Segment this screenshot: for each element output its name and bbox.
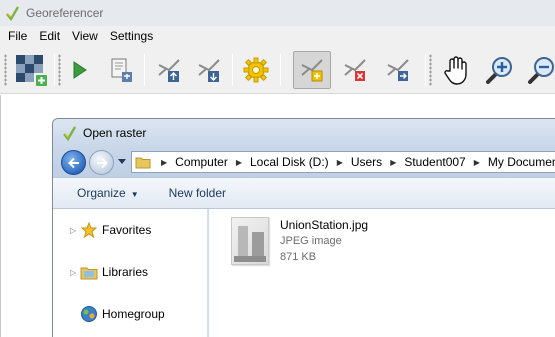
libraries-icon (80, 263, 98, 281)
window-title: Georeferencer (26, 6, 104, 20)
breadcrumb[interactable]: ▶ Computer ▶ Local Disk (D:) ▶ Users ▶ S… (131, 151, 555, 173)
dialog-title: Open raster (83, 126, 147, 140)
zoom-in-icon (486, 57, 512, 84)
list-item[interactable]: UnionStation.jpg JPEG image 871 KB (231, 217, 368, 265)
toolbar-grip[interactable] (429, 54, 432, 86)
save-gcp-points-button[interactable] (190, 51, 228, 89)
dialog-title-bar[interactable]: Open raster (53, 119, 555, 147)
breadcrumb-users[interactable]: Users (351, 155, 382, 169)
generate-gdal-script-button[interactable] (102, 51, 140, 89)
new-folder-button[interactable]: New folder (169, 186, 226, 200)
move-point-icon (387, 59, 409, 81)
breadcrumb-separator-icon[interactable]: ▶ (236, 158, 242, 167)
expand-icon[interactable]: ▷ (70, 226, 78, 235)
zoom-out-icon (528, 57, 554, 84)
transformation-settings-button[interactable] (237, 51, 275, 89)
qgis-logo-icon (63, 126, 77, 141)
add-point-button[interactable] (293, 51, 331, 89)
move-gcp-point-button[interactable] (379, 51, 417, 89)
toolbar-separator (425, 54, 426, 86)
load-gcp-icon (158, 59, 180, 82)
menu-bar: File Edit View Settings (0, 26, 555, 46)
homegroup-icon (80, 305, 98, 323)
nav-item-favorites[interactable]: ▷ Favorites (53, 219, 151, 241)
file-name: UnionStation.jpg (280, 218, 369, 232)
navigation-pane: ▷ Favorites ▷ Libraries Homegroup (53, 209, 208, 337)
menu-view[interactable]: View (72, 29, 98, 43)
breadcrumb-separator-icon[interactable]: ▶ (390, 158, 396, 167)
file-list: UnionStation.jpg JPEG image 871 KB (209, 209, 555, 337)
star-icon (80, 221, 98, 239)
georeferencer-toolbar (0, 46, 555, 94)
start-georeferencing-button[interactable] (60, 51, 98, 89)
delete-point-button[interactable] (336, 51, 374, 89)
window-title-bar: Georeferencer (0, 0, 555, 26)
delete-point-icon (344, 59, 366, 81)
back-button[interactable] (61, 150, 86, 175)
file-size: 871 KB (280, 251, 317, 263)
open-raster-dialog: Open raster ▶ Computer ▶ Local Disk (D:)… (52, 118, 555, 337)
toolbar-grip[interactable] (4, 54, 7, 86)
file-type: JPEG image (280, 235, 342, 247)
arrow-left-icon (67, 157, 79, 168)
nav-item-label: Favorites (102, 223, 152, 237)
open-raster-grid-icon (16, 55, 47, 86)
recent-locations-dropdown-icon[interactable] (117, 158, 127, 166)
command-bar: Organize ▼ New folder (53, 177, 555, 209)
menu-file[interactable]: File (8, 29, 27, 43)
breadcrumb-student007[interactable]: Student007 (404, 155, 465, 169)
organize-button[interactable]: Organize ▼ (77, 186, 139, 200)
breadcrumb-separator-icon[interactable]: ▶ (474, 158, 480, 167)
breadcrumb-my-documents[interactable]: My Documents (488, 155, 555, 169)
arrow-right-icon (96, 157, 108, 168)
toolbar-separator (54, 54, 55, 86)
qgis-logo-icon (6, 6, 20, 21)
nav-item-label: Homegroup (102, 307, 165, 321)
add-point-icon (301, 59, 323, 82)
toolbar-separator (144, 54, 145, 86)
open-raster-button[interactable] (12, 51, 50, 89)
save-gcp-icon (198, 59, 220, 82)
nav-item-homegroup[interactable]: Homegroup (53, 303, 165, 325)
gear-icon (243, 57, 269, 83)
breadcrumb-separator-icon[interactable]: ▶ (337, 158, 343, 167)
nav-item-label: Libraries (102, 265, 149, 279)
toolbar-separator (232, 54, 233, 86)
image-thumbnail (231, 217, 269, 265)
address-row: ▶ Computer ▶ Local Disk (D:) ▶ Users ▶ S… (53, 147, 555, 177)
menu-edit[interactable]: Edit (39, 29, 60, 43)
chevron-down-icon: ▼ (130, 190, 139, 199)
breadcrumb-computer[interactable]: Computer (175, 155, 228, 169)
gdal-script-icon (111, 58, 132, 82)
breadcrumb-local-disk[interactable]: Local Disk (D:) (250, 155, 329, 169)
zoom-out-button[interactable] (522, 51, 555, 89)
canvas-border (0, 95, 1, 337)
nav-item-libraries[interactable]: ▷ Libraries (53, 261, 148, 283)
hand-icon (444, 56, 467, 85)
folder-icon (135, 157, 151, 169)
forward-button[interactable] (89, 150, 114, 175)
pan-button[interactable] (437, 51, 475, 89)
load-gcp-points-button[interactable] (150, 51, 188, 89)
organize-label: Organize (77, 186, 126, 200)
menu-settings[interactable]: Settings (110, 29, 153, 43)
expand-icon[interactable]: ▷ (70, 268, 78, 277)
breadcrumb-separator-icon[interactable]: ▶ (161, 158, 167, 167)
toolbar-separator (280, 54, 281, 86)
play-icon (73, 61, 87, 79)
zoom-in-button[interactable] (480, 51, 518, 89)
